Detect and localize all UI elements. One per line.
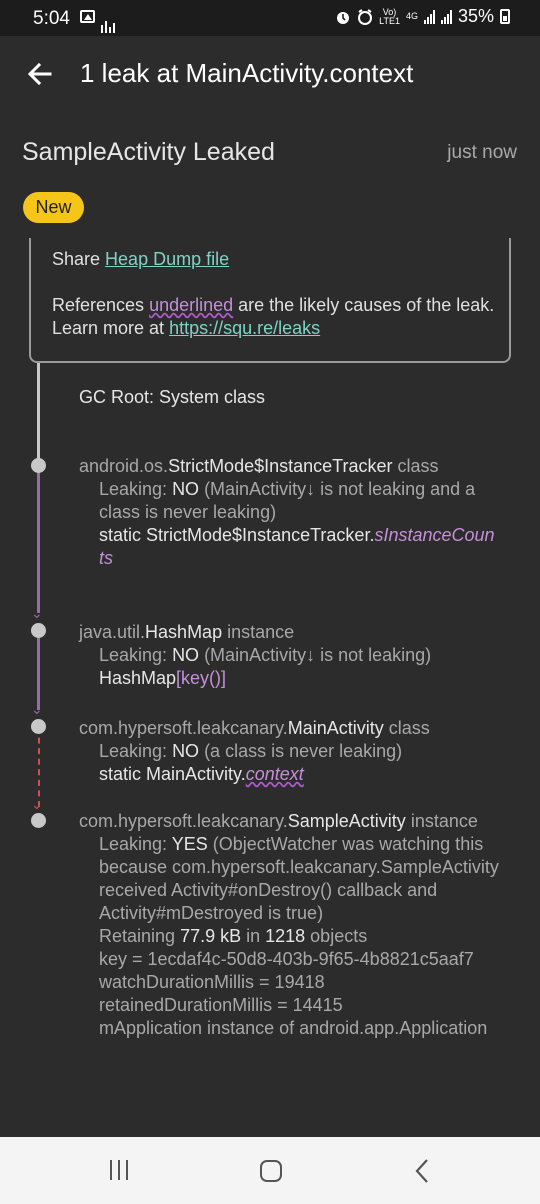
chevron-down-icon: ⌄ [31,796,43,812]
network-type: 4G [405,11,418,21]
trace-line-2 [37,630,40,710]
suspect-reference: context [245,764,304,784]
battery-icon [500,9,510,24]
chevron-down-icon: ⌄ [31,605,43,621]
leak-time: just now [447,142,517,163]
app-bar: 1 leak at MainActivity.context [0,36,540,112]
trace-node[interactable]: com.hypersoft.leakcanary.MainActivity cl… [79,717,499,786]
trace-node-leaking[interactable]: com.hypersoft.leakcanary.SampleActivity … [79,810,499,1040]
alarm-icon [337,11,350,24]
recent-apps-icon[interactable] [110,1160,134,1185]
status-right-group: Vo) LTE1 4G 35% [335,6,510,27]
trace-node-dot [31,458,46,473]
status-time: 5:04 [33,8,70,29]
signal-icon-2 [440,9,452,24]
sound-wave-icon [101,11,117,33]
trace-node[interactable]: java.util.HashMap instance Leaking: NO (… [79,621,499,690]
alarm-clock-icon [358,8,373,25]
trace-node[interactable]: android.os.StrictMode$InstanceTracker cl… [79,455,499,570]
gallery-icon [80,10,95,23]
leaks-doc-link[interactable]: https://squ.re/leaks [169,318,320,338]
leak-title: SampleActivity Leaked [22,138,275,166]
arrow-back-icon[interactable] [26,60,54,88]
trace-node-dot [31,813,46,828]
trace-line-1 [37,465,40,613]
nav-back-icon[interactable] [413,1158,431,1184]
underlined-sample: underlined [149,295,234,315]
status-bar: 5:04 Vo) LTE1 4G 35% [0,0,540,36]
trace-node-dot [31,623,46,638]
heap-dump-link[interactable]: Heap Dump file [105,249,229,269]
volte-indicator: Vo) LTE1 [379,6,400,26]
chevron-down-icon: ⌄ [31,701,43,717]
battery-percent: 35% [457,6,494,26]
references-text: References underlined are the likely cau… [52,295,495,338]
system-nav-bar [0,1137,540,1204]
share-line: Share Heap Dump file [52,249,230,269]
new-badge: New [23,192,84,223]
gc-root-label: GC Root: System class [79,387,266,407]
signal-icon [423,9,435,24]
info-box: Share Heap Dump file References underlin… [29,238,511,363]
trace-node-dot [31,719,46,734]
trace-line-root [37,363,40,465]
trace-line-suspect [38,727,40,807]
page-title: 1 leak at MainActivity.context [80,58,414,88]
home-icon[interactable] [260,1160,282,1182]
